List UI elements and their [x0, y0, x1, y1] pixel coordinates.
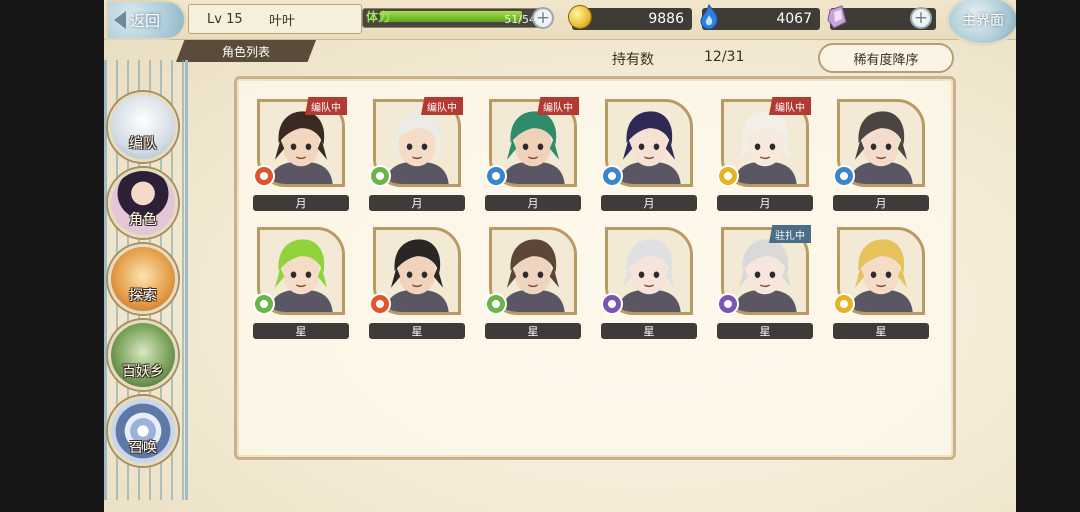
sort-button[interactable]: 稀有度降序: [818, 43, 954, 73]
element-fire-icon: [369, 293, 391, 315]
element-wind-icon: [485, 293, 507, 315]
character-card[interactable]: 星: [601, 227, 697, 339]
owned-count-label: 持有数: [612, 52, 654, 68]
character-list-tab: 角色列表: [176, 40, 316, 62]
back-label: 返回: [130, 11, 161, 30]
character-name: 星: [601, 323, 697, 339]
nav-item-character[interactable]: 角色: [108, 168, 178, 238]
character-panel: 编队中 月 编队中 月 编队中 月 月 编队中 月 月 星 星 星 星 驻扎中 …: [234, 76, 956, 460]
blue-flame-icon: [700, 4, 718, 30]
element-wind-icon: [369, 165, 391, 187]
spirit-counter: 4067: [700, 4, 820, 30]
character-card[interactable]: 星: [485, 227, 581, 339]
element-water-icon: [833, 165, 855, 187]
status-badge: 编队中: [537, 97, 579, 115]
character-name: 星: [369, 323, 465, 339]
main-menu-label: 主界面: [962, 13, 1004, 29]
character-name: 月: [717, 195, 813, 211]
stamina-fill: [380, 11, 522, 22]
crystal-icon: [827, 5, 847, 29]
stamina-label: 体力: [366, 10, 391, 24]
back-arrow-icon: [114, 11, 126, 29]
nav-item-explore[interactable]: 探索: [108, 244, 178, 314]
status-badge: 驻扎中: [769, 225, 811, 243]
nav-item-summon[interactable]: 召唤: [108, 396, 178, 466]
coin-icon: [568, 5, 592, 29]
element-water-icon: [601, 165, 623, 187]
character-card[interactable]: 编队中 月: [485, 97, 581, 211]
element-dark-icon: [601, 293, 623, 315]
left-bezel: [0, 0, 104, 512]
character-card[interactable]: 编队中 月: [369, 97, 465, 211]
status-badge: 编队中: [305, 97, 347, 115]
side-nav: 编队 角色 探索 百妖乡 召唤: [104, 60, 188, 500]
character-card[interactable]: 驻扎中 星: [717, 225, 813, 339]
game-viewport: 返回 Lv 15 叶叶 体力 51/54 + 9886 4067 + 主界面 角…: [104, 0, 1016, 512]
character-card[interactable]: 星: [369, 227, 465, 339]
character-name: 月: [601, 195, 697, 211]
character-name: 星: [485, 323, 581, 339]
character-name: 星: [717, 323, 813, 339]
character-card[interactable]: 月: [601, 99, 697, 211]
owned-count-value: 12/31: [704, 49, 745, 65]
nav-label: 探索: [129, 288, 157, 304]
add-crystal-button[interactable]: +: [910, 7, 932, 29]
character-card[interactable]: 编队中 月: [253, 97, 349, 211]
element-wind-icon: [253, 293, 275, 315]
nav-label: 百妖乡: [122, 364, 164, 380]
main-menu-button[interactable]: 主界面: [946, 0, 1016, 46]
player-profile[interactable]: Lv 15 叶叶: [188, 4, 362, 34]
status-badge: 编队中: [769, 97, 811, 115]
status-badge: 编队中: [421, 97, 463, 115]
device-screen: 返回 Lv 15 叶叶 体力 51/54 + 9886 4067 + 主界面 角…: [0, 0, 1080, 512]
character-name: 月: [833, 195, 929, 211]
stamina-meter: 体力 51/54: [362, 6, 554, 30]
coin-counter: 9886: [568, 5, 692, 30]
top-bar: 返回 Lv 15 叶叶 体力 51/54 + 9886 4067 + 主界面: [104, 0, 1016, 46]
player-name: 叶叶: [269, 13, 296, 29]
nav-label: 召唤: [129, 440, 157, 456]
character-card[interactable]: 星: [833, 227, 929, 339]
element-dark-icon: [717, 293, 739, 315]
element-water-icon: [485, 165, 507, 187]
character-name: 月: [369, 195, 465, 211]
back-button[interactable]: 返回: [106, 0, 186, 40]
add-stamina-button[interactable]: +: [532, 7, 554, 29]
character-card[interactable]: 月: [833, 99, 929, 211]
character-name: 星: [253, 323, 349, 339]
spirit-amount: 4067: [776, 11, 812, 27]
nav-label: 角色: [129, 212, 157, 228]
nav-item-team[interactable]: 编队: [108, 92, 178, 162]
element-light-icon: [717, 165, 739, 187]
coin-amount: 9886: [648, 11, 684, 27]
character-grid: 编队中 月 编队中 月 编队中 月 月 编队中 月 月 星 星 星 星 驻扎中 …: [253, 97, 929, 339]
element-light-icon: [833, 293, 855, 315]
character-card[interactable]: 星: [253, 227, 349, 339]
character-card[interactable]: 编队中 月: [717, 97, 813, 211]
element-fire-icon: [253, 165, 275, 187]
player-level: Lv 15: [207, 11, 243, 27]
nav-item-village[interactable]: 百妖乡: [108, 320, 178, 390]
nav-label: 编队: [129, 136, 157, 152]
character-name: 月: [253, 195, 349, 211]
right-bezel: [1016, 0, 1080, 512]
character-name: 星: [833, 323, 929, 339]
character-name: 月: [485, 195, 581, 211]
